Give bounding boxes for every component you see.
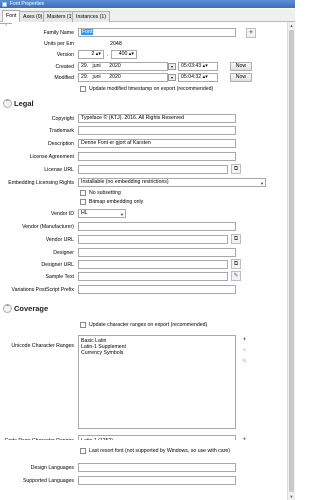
units-per-em-value[interactable]: 2048 <box>110 41 122 47</box>
coverage-footer: Last resort font (not supported by Windo… <box>0 440 287 500</box>
license-agreement-input[interactable] <box>78 152 236 161</box>
edit-icon[interactable]: ✎ <box>231 271 241 281</box>
last-resort-label: Last resort font (not supported by Windo… <box>89 448 230 454</box>
bitmap-only-checkbox[interactable] <box>80 199 86 205</box>
license-url-label: License URL <box>44 167 74 173</box>
designer-url-label: Designer URL <box>41 262 74 268</box>
list-item[interactable]: Currency Symbols <box>81 350 233 356</box>
legal-section-title: Legal <box>14 99 34 108</box>
sample-text-input[interactable] <box>78 272 228 281</box>
version-label: Version <box>56 52 74 58</box>
variations-prefix-label: Variations PostScript Prefix <box>11 287 74 293</box>
update-timestamp-checkbox[interactable] <box>80 86 86 92</box>
embedding-select[interactable]: Installable (no embedding restrictions) ▼ <box>78 178 266 187</box>
legal-collapse-chevron-icon[interactable]: ⌃ <box>3 99 12 108</box>
scroll-down-icon[interactable]: ▼ <box>288 493 295 500</box>
window-title: Font Properties <box>10 1 45 7</box>
units-per-em-label: Units per Em <box>44 41 74 47</box>
remove-range-icon[interactable]: × <box>240 347 249 356</box>
design-languages-input[interactable] <box>78 463 236 472</box>
sample-text-label: Sample Text <box>45 274 74 280</box>
update-timestamp-label: Update modified timestamp on export (rec… <box>89 86 214 92</box>
vendor-id-label: Vendor ID <box>50 211 74 217</box>
copyright-label: Copyright <box>51 116 74 122</box>
modified-now-button[interactable]: Now <box>230 73 252 82</box>
variations-prefix-input[interactable] <box>78 285 236 294</box>
tab-instances[interactable]: Instances (1) <box>72 11 110 22</box>
scrollbar-thumb[interactable] <box>289 30 294 492</box>
app-icon <box>2 1 7 7</box>
created-time-input[interactable]: 05:03:43 ▴▾ <box>178 62 218 71</box>
coverage-collapse-chevron-icon[interactable]: ⌃ <box>3 304 12 313</box>
vendor-url-label: Vendor URL <box>45 237 74 243</box>
version-minor-input[interactable]: 400 ▴▾ <box>111 50 137 59</box>
bitmap-only-label: Bitmap embedding only <box>89 199 144 205</box>
trademark-input[interactable] <box>78 126 236 135</box>
designer-url-input[interactable] <box>78 260 228 269</box>
coverage-section-title: Coverage <box>14 304 49 313</box>
vendor-id-select[interactable]: HL ▼ <box>78 209 126 218</box>
created-label: Created <box>55 64 74 70</box>
no-subsetting-checkbox[interactable] <box>80 190 86 196</box>
vertical-scrollbar[interactable]: ▲ ▼ <box>287 22 295 500</box>
add-family-button[interactable]: + <box>246 28 256 38</box>
created-now-button[interactable]: Now <box>230 62 252 71</box>
copy-icon[interactable]: ⧉ <box>231 234 241 244</box>
supported-languages-input[interactable] <box>78 476 236 485</box>
modified-time-input[interactable]: 05:04:32 ▴▾ <box>178 73 218 82</box>
license-agreement-label: License Agreement <box>29 154 74 160</box>
description-input[interactable]: Denne Font er gjort af Karsten <box>78 139 236 148</box>
copyright-input[interactable]: Typeface © (KTJ). 2016. All Rights Reser… <box>78 114 236 123</box>
unicode-ranges-label: Unicode Character Ranges <box>11 343 74 349</box>
vendor-url-input[interactable] <box>78 235 228 244</box>
modified-label: Modified <box>54 75 74 81</box>
add-range-icon[interactable]: + <box>240 336 249 345</box>
vendor-manufacturer-input[interactable] <box>78 222 236 231</box>
created-date-input[interactable]: 29. juni 2020 <box>78 62 168 71</box>
family-name-input[interactable]: Font <box>78 28 236 37</box>
embedding-label: Embedding Licensing Rights <box>8 180 74 186</box>
designer-input[interactable] <box>78 248 236 257</box>
update-ranges-checkbox[interactable] <box>80 322 86 328</box>
license-url-input[interactable] <box>78 165 228 174</box>
copy-icon[interactable]: ⧉ <box>231 164 241 174</box>
calendar-icon[interactable]: ▾ <box>168 74 176 81</box>
copy-icon[interactable]: ⧉ <box>231 259 241 269</box>
last-resort-checkbox[interactable] <box>80 448 86 454</box>
vendor-manufacturer-label: Vendor (Manufacturer) <box>22 224 74 230</box>
version-separator: . <box>107 52 109 58</box>
tab-bar: Font Axes (0) Masters (1) Instances (1) <box>0 9 295 23</box>
unicode-ranges-list[interactable]: Basic Latin Latin-1 Supplement Currency … <box>78 335 236 429</box>
update-ranges-label: Update character ranges on export (recom… <box>89 322 208 328</box>
description-label: Description <box>48 141 74 147</box>
window-titlebar: Font Properties <box>0 0 295 8</box>
version-major-input[interactable]: 2 ▴▾ <box>78 50 104 59</box>
designer-label: Designer <box>53 250 74 256</box>
trademark-label: Trademark <box>49 128 74 134</box>
font-properties-panel: ⌃ Family Name Font + Units per Em 2048 V… <box>0 22 287 500</box>
supported-languages-label: Supported Languages <box>22 478 74 484</box>
scroll-up-icon[interactable]: ▲ <box>288 22 295 29</box>
family-name-label: Family Name <box>43 30 74 36</box>
edit-range-icon[interactable]: ✎ <box>240 358 249 367</box>
calendar-icon[interactable]: ▾ <box>168 63 176 70</box>
design-languages-label: Design Languages <box>30 465 74 471</box>
no-subsetting-label: No subsetting <box>89 190 121 196</box>
modified-date-input[interactable]: 29. juni 2020 <box>78 73 168 82</box>
